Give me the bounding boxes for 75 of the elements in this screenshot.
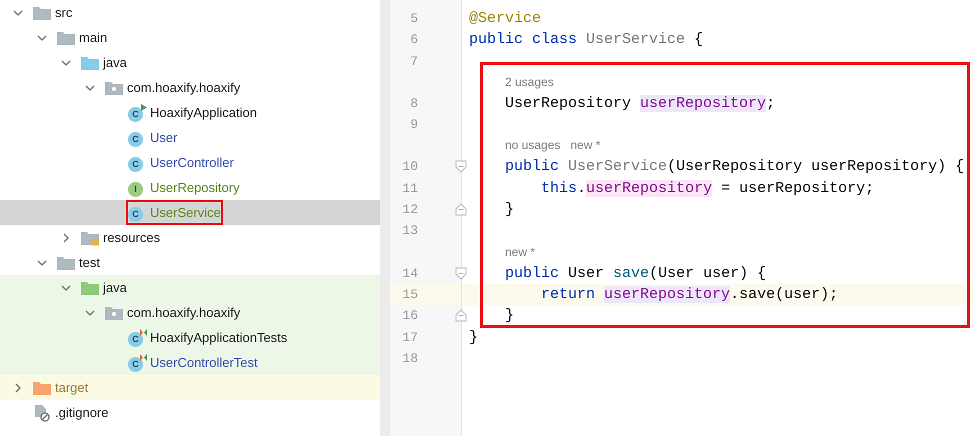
tree-item-label: java: [103, 278, 127, 297]
inlay-hint[interactable]: no usages new *: [505, 135, 600, 156]
code-line: this.userRepository = userRepository;: [540, 178, 874, 199]
tree-row[interactable]: C User: [0, 125, 380, 150]
tree-item-label: target: [55, 378, 88, 397]
tree-item-label: .gitignore: [55, 404, 108, 422]
tree-row[interactable]: java: [0, 50, 380, 75]
folder-icon: [80, 54, 100, 70]
code-line: @Service: [469, 9, 542, 29]
line-number: 10: [402, 158, 418, 176]
tree-row[interactable]: C HoaxifyApplication: [0, 100, 380, 125]
code-line: public User save(User user) {: [504, 264, 766, 284]
tree-item-label: test: [79, 254, 100, 272]
line-number: 16: [402, 307, 418, 326]
line-number: 8: [410, 94, 418, 113]
tree-item-label: User: [150, 128, 178, 147]
line-number: 9: [410, 116, 418, 134]
tree-item-label: HoaxifyApplicationTests: [150, 328, 288, 347]
tree-item-label: UserController: [150, 154, 234, 172]
line-number: 17: [402, 328, 418, 347]
code-line: public class UserService {: [469, 30, 704, 50]
tree-item-label: UserService: [150, 204, 221, 222]
folder-icon: [32, 4, 52, 20]
tree-item-label: com.hoaxify.hoaxify: [127, 78, 240, 97]
fold-marker-icon[interactable]: [455, 160, 467, 174]
tree-row[interactable]: I UserRepository: [0, 175, 380, 200]
tree-row[interactable]: resources: [0, 225, 380, 250]
tree-row[interactable]: C UserController: [0, 150, 380, 175]
fold-marker-icon[interactable]: [455, 203, 467, 216]
line-number: 13: [402, 222, 418, 240]
tree-row[interactable]: com.hoaxify.hoaxify: [0, 300, 380, 325]
code-line: }: [504, 306, 514, 326]
folder-icon: [80, 280, 100, 296]
line-number: 6: [410, 31, 418, 50]
tree-item-label: java: [103, 54, 127, 72]
line-number: 5: [410, 10, 418, 28]
tree-item-label: src: [55, 4, 72, 22]
tree-row[interactable]: main: [0, 25, 380, 50]
tree-row[interactable]: C HoaxifyApplicationTests: [0, 325, 380, 350]
tree-item-label: UserRepository: [150, 178, 240, 197]
code-line: }: [469, 328, 478, 348]
tree-row[interactable]: java: [0, 275, 380, 300]
code-line: return userRepository.save(user);: [540, 284, 838, 305]
package-icon: [104, 80, 124, 96]
tree-row[interactable]: target: [0, 375, 380, 400]
tree-row[interactable]: com.hoaxify.hoaxify: [0, 75, 380, 100]
folder-icon: [56, 30, 76, 46]
inlay-hint[interactable]: new *: [505, 242, 536, 263]
tree-item-label: UserControllerTest: [150, 354, 258, 372]
resources-folder-icon: [80, 230, 100, 246]
fold-marker-icon[interactable]: [455, 266, 467, 280]
tree-item-label: resources: [103, 228, 160, 247]
tree-item-label: HoaxifyApplication: [150, 104, 257, 122]
tree-item-label: main: [79, 28, 108, 47]
package-icon: [104, 304, 124, 320]
inlay-hint[interactable]: 2 usages: [505, 72, 554, 93]
code-line: UserRepository userRepository;: [504, 94, 776, 114]
tree-row[interactable]: src: [0, 0, 380, 25]
folder-icon: [56, 254, 76, 270]
folder-icon: [32, 380, 52, 396]
line-number: 7: [410, 52, 418, 71]
code-line: }: [504, 200, 514, 220]
tree-row[interactable]: .gitignore: [0, 400, 380, 425]
line-number: 15: [402, 286, 418, 304]
line-number: 18: [402, 350, 418, 368]
tree-row[interactable]: C UserService: [0, 200, 380, 225]
line-number: 14: [402, 264, 418, 283]
fold-marker-icon[interactable]: [455, 309, 467, 322]
ignored-file-icon: [32, 404, 52, 422]
line-number: 12: [402, 201, 418, 220]
tree-item-label: com.hoaxify.hoaxify: [127, 304, 240, 322]
line-number: 11: [402, 180, 418, 198]
code-line: public UserService(UserRepository userRepository) {: [504, 157, 964, 178]
tree-row[interactable]: test: [0, 250, 380, 275]
tree-row[interactable]: C UserControllerTest: [0, 350, 380, 375]
